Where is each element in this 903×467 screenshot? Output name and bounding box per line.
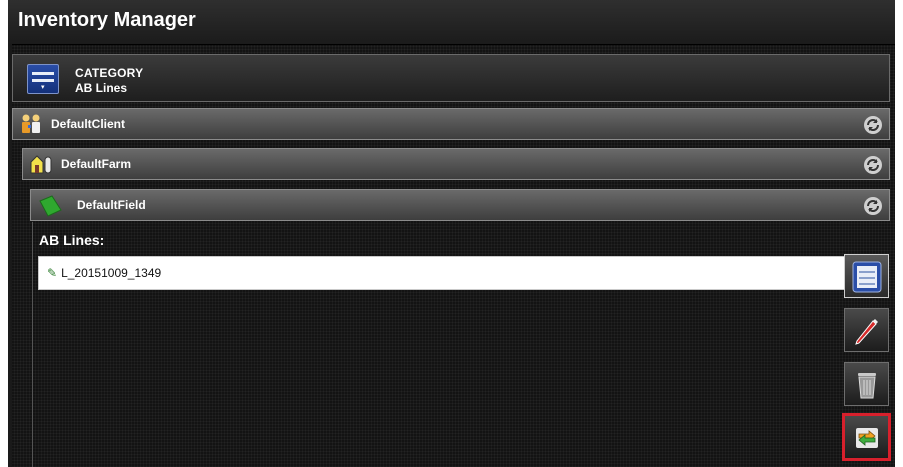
category-label: CATEGORY: [75, 66, 144, 80]
client-people-icon: [19, 113, 45, 140]
transfer-button[interactable]: [842, 413, 891, 461]
category-list-icon: ▾: [27, 64, 59, 94]
farm-row[interactable]: DefaultFarm: [22, 148, 890, 180]
client-refresh-icon[interactable]: [863, 115, 883, 135]
title-bar: Inventory Manager: [8, 0, 895, 45]
client-row[interactable]: DefaultClient: [12, 108, 890, 140]
pen-icon: ✎: [47, 266, 58, 280]
category-selector[interactable]: ▾ CATEGORY AB Lines: [12, 54, 890, 102]
details-button[interactable]: [844, 254, 889, 298]
field-refresh-icon[interactable]: [863, 196, 883, 216]
farm-label: DefaultFarm: [61, 157, 132, 171]
app-title: Inventory Manager: [18, 9, 196, 31]
field-label: DefaultField: [77, 198, 146, 212]
farm-refresh-icon[interactable]: [863, 155, 883, 175]
category-value: AB Lines: [75, 81, 128, 95]
edit-button[interactable]: [844, 308, 889, 352]
delete-button[interactable]: [844, 362, 889, 406]
field-green-icon: [37, 194, 63, 223]
farm-barn-icon: [29, 153, 55, 180]
list-item-label: L_20151009_1349: [61, 266, 162, 280]
screen: Inventory Manager ▾ CATEGORY AB Lines De…: [8, 0, 895, 467]
client-label: DefaultClient: [51, 117, 126, 131]
ab-lines-list[interactable]: ✎ L_20151009_1349: [38, 256, 845, 290]
list-item[interactable]: ✎ L_20151009_1349: [47, 266, 161, 280]
field-row[interactable]: DefaultField: [30, 189, 890, 221]
ab-lines-heading: AB Lines:: [39, 232, 105, 248]
